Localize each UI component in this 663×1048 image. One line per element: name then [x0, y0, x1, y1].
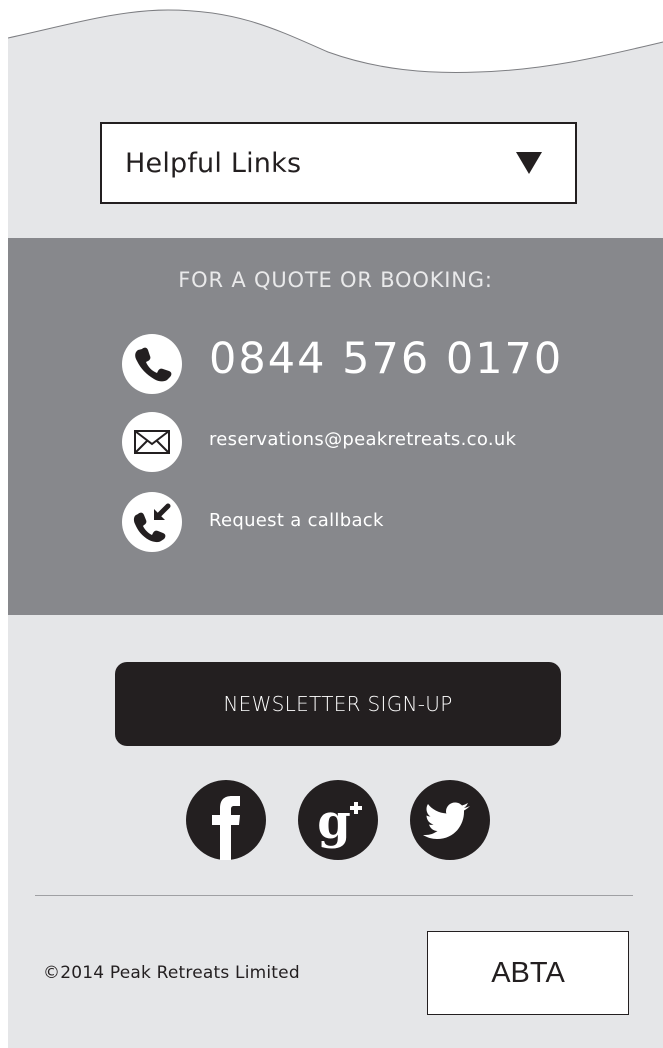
request-callback-link[interactable]: Request a callback [209, 510, 384, 531]
phone-number[interactable]: 0844 576 0170 [209, 334, 563, 384]
newsletter-signup-button[interactable]: NEWSLETTER SIGN-UP [115, 662, 561, 746]
google-plus-icon[interactable]: g [298, 780, 378, 860]
contact-section: FOR A QUOTE OR BOOKING: 0844 576 0170 re… [8, 238, 663, 615]
phone-icon [122, 334, 182, 394]
gplus-glyph: g [317, 794, 351, 850]
footer-divider [35, 895, 633, 896]
helpful-links-dropdown[interactable]: Helpful Links [100, 122, 577, 204]
copyright-text: ©2014 Peak Retreats Limited [43, 963, 300, 983]
callback-icon [122, 492, 182, 552]
email-link[interactable]: reservations@peakretreats.co.uk [209, 429, 516, 450]
twitter-icon[interactable] [410, 780, 490, 860]
footer-panel: Helpful Links FOR A QUOTE OR BOOKING: 08… [8, 0, 663, 1048]
envelope-icon [122, 412, 182, 472]
wave-divider [8, 0, 663, 73]
triangle-down-icon [516, 152, 542, 174]
abta-badge: ABTA [427, 931, 629, 1015]
facebook-icon[interactable] [186, 780, 266, 860]
helpful-links-label: Helpful Links [125, 148, 302, 179]
contact-heading: FOR A QUOTE OR BOOKING: [178, 268, 493, 292]
